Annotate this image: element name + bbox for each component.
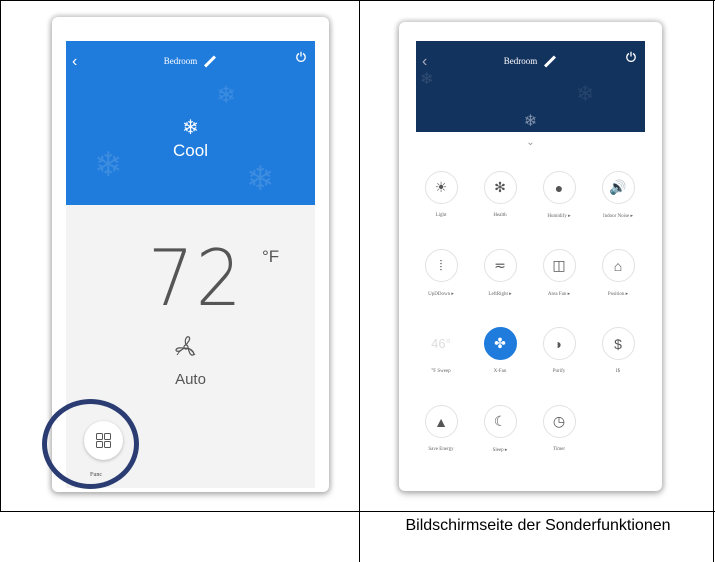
table-column-divider [359, 0, 360, 562]
right-phone-screenshot: ‹ ❄ ❄ Bedroom ❄ ⌄ ☀ Light ✻ Health ● Humidify… [399, 22, 662, 491]
feature-label: X-Fan [493, 369, 507, 374]
feature-icon-i-icon[interactable]: $ [601, 327, 635, 360]
feature-item-i[interactable]: $ I$ [593, 327, 643, 374]
snowflake-icon: ❄ [182, 117, 199, 139]
edit-pencil-icon[interactable] [544, 55, 557, 68]
caption-text: Bildschirmseite der Sonderfunktionen [405, 517, 671, 534]
feature-label: Timer [552, 447, 566, 452]
feature-icon-humidify-icon[interactable]: ● [542, 171, 576, 204]
feature-icon-light-icon[interactable]: ☀ [424, 171, 458, 204]
mode-header: ❄ ❄ ❄ ‹ Bedroom ❄ Cool [66, 41, 315, 205]
table-border-left [0, 0, 1, 512]
feature-icon-sleep-icon[interactable]: ☾ [483, 405, 517, 438]
feature-label: Humidify ▸ [547, 214, 571, 219]
feature-item-save-energy[interactable]: ▲ Save Energy [416, 405, 466, 452]
feature-icon-health-icon[interactable]: ✻ [483, 171, 517, 204]
table-border-top [0, 0, 715, 1]
room-title[interactable]: Bedroom [416, 55, 645, 68]
feature-item-f-sweep[interactable]: 46° °F Sweep [416, 327, 466, 374]
room-title-text: Bedroom [503, 56, 538, 66]
highlight-circle-annotation [42, 399, 139, 489]
feature-icon-indoor-noise-icon[interactable]: 🔊 [601, 171, 635, 204]
feature-label: UpDDown ▸ [428, 292, 454, 297]
room-title[interactable]: Bedroom [66, 55, 315, 68]
feature-item-upddown[interactable]: ⦙ UpDDown ▸ [416, 249, 466, 297]
edit-pencil-icon[interactable] [204, 55, 217, 68]
feature-item-timer[interactable]: ◷ Timer [534, 405, 584, 452]
power-icon[interactable] [295, 51, 307, 63]
feature-icon-f-sweep-icon[interactable]: 46° [424, 327, 458, 360]
feature-item-leftright[interactable]: ≂ LeftRight ▸ [475, 249, 525, 297]
feature-label: Position ▸ [607, 292, 629, 297]
table-border-right [713, 0, 714, 562]
temperature-value[interactable]: 72 [148, 233, 244, 324]
feature-item-light[interactable]: ☀ Light [416, 171, 466, 218]
feature-icon-position-icon[interactable]: ⌂ [601, 249, 635, 282]
feature-item-purify[interactable]: ◗ Purify [534, 327, 584, 374]
feature-icon-x-fan-icon[interactable]: ✤ [483, 327, 517, 360]
temperature-unit: °F [262, 247, 280, 266]
fan-mode-label[interactable]: Auto [66, 371, 315, 388]
feature-item-indoor-noise[interactable]: 🔊 Indoor Noise ▸ [593, 171, 643, 219]
collapse-chevron-icon[interactable]: ⌄ [416, 137, 645, 148]
mode-label[interactable]: Cool [66, 141, 315, 161]
feature-label: Light [435, 213, 447, 218]
feature-icon-area-fan-icon[interactable]: ◫ [542, 249, 576, 282]
snowflake-background-icon: ❄ [246, 160, 275, 198]
snowflake-background-icon: ❄ [216, 82, 237, 109]
fan-icon[interactable] [173, 333, 199, 359]
snowflake-icon: ❄ [523, 113, 538, 130]
feature-item-humidify[interactable]: ● Humidify ▸ [534, 171, 584, 219]
feature-item-sleep[interactable]: ☾ Sleep ▸ [475, 405, 525, 453]
mode-header: ‹ ❄ ❄ Bedroom ❄ [416, 41, 645, 132]
feature-icon-leftright-icon[interactable]: ≂ [483, 249, 517, 282]
feature-label: Indoor Noise ▸ [602, 214, 633, 219]
feature-label: Save Energy [428, 447, 454, 452]
room-title-text: Bedroom [163, 56, 198, 66]
feature-label: Area Fan ▸ [547, 292, 571, 297]
feature-label: I$ [615, 369, 621, 374]
feature-item-x-fan[interactable]: ✤ X-Fan [475, 327, 525, 374]
power-icon[interactable] [625, 51, 637, 63]
feature-icon-purify-icon[interactable]: ◗ [542, 327, 576, 360]
feature-icon-save-energy-icon[interactable]: ▲ [424, 405, 458, 438]
feature-label: Health [493, 213, 507, 218]
feature-item-position[interactable]: ⌂ Position ▸ [593, 249, 643, 297]
feature-label: Purify [552, 369, 566, 374]
snowflake-background-icon: ❄ [576, 81, 595, 106]
table-row-divider [0, 511, 715, 512]
feature-label: LeftRight ▸ [488, 292, 512, 297]
feature-item-health[interactable]: ✻ Health [475, 171, 525, 218]
special-functions-screen: ‹ ❄ ❄ Bedroom ❄ ⌄ ☀ Light ✻ Health ● Humidify… [416, 41, 645, 491]
feature-item-area-fan[interactable]: ◫ Area Fan ▸ [534, 249, 584, 297]
feature-icon-timer-icon[interactable]: ◷ [542, 405, 576, 438]
feature-label: Sleep ▸ [492, 448, 508, 453]
feature-icon-upddown-icon[interactable]: ⦙ [424, 249, 458, 282]
snowflake-background-icon: ❄ [420, 71, 434, 88]
feature-label: °F Sweep [431, 369, 451, 374]
